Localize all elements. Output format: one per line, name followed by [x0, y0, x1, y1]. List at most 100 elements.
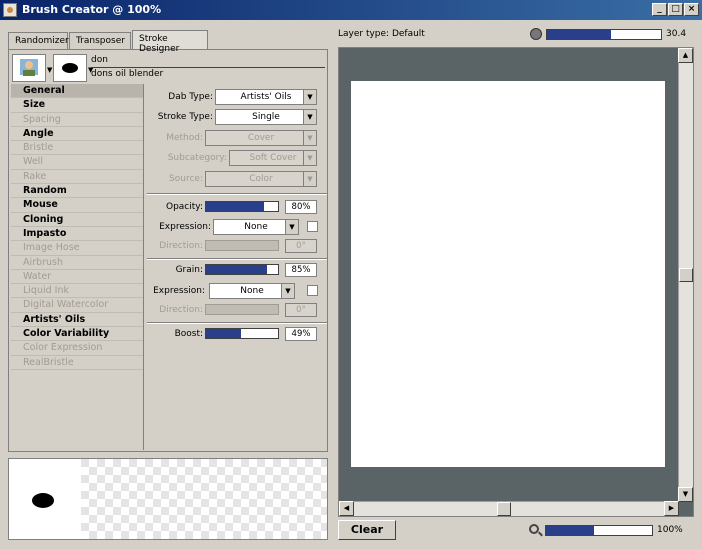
divider — [91, 67, 325, 68]
grain-expression-select[interactable]: None ▼ — [209, 283, 295, 299]
vertical-scrollbar[interactable]: ▲ ▼ — [678, 48, 693, 502]
opacity-direction-value[interactable]: 0° — [285, 239, 317, 253]
opacity-value[interactable]: 80% — [285, 200, 317, 214]
category-item-size[interactable]: Size — [11, 98, 143, 113]
dab-shape — [32, 493, 54, 508]
category-item-impasto[interactable]: Impasto — [11, 227, 143, 242]
grain-expression-row: Expression: None ▼ — [147, 283, 327, 300]
scroll-right-icon[interactable]: ▶ — [664, 501, 679, 516]
tab-transposer[interactable]: Transposer — [69, 32, 131, 49]
tab-randomizer[interactable]: Randomizer — [8, 32, 69, 49]
app-icon — [3, 3, 17, 17]
category-item-artists-oils[interactable]: Artists' Oils — [11, 313, 143, 328]
dab-preview-icon — [62, 63, 78, 73]
horizontal-scroll-thumb[interactable] — [497, 502, 511, 516]
chevron-down-icon: ▼ — [303, 172, 316, 186]
grain-label: Grain: — [175, 265, 203, 275]
close-button[interactable]: × — [684, 3, 699, 16]
grain-slider[interactable] — [205, 264, 279, 275]
stroke-designer-panel: ▼ ▼ don dons oil blender General Size Spac… — [8, 49, 328, 452]
opacity-expression-label: Expression: — [159, 222, 211, 232]
grain-direction-label: Direction: — [159, 305, 203, 315]
boost-label: Boost: — [174, 329, 203, 339]
method-label: Method: — [166, 133, 203, 143]
stroke-type-label: Stroke Type: — [157, 112, 213, 122]
opacity-expression-row: Expression: None ▼ — [147, 219, 327, 236]
minimize-button[interactable]: _ — [652, 3, 667, 16]
scroll-down-icon[interactable]: ▼ — [678, 487, 693, 502]
category-item-spacing[interactable]: Spacing — [11, 113, 143, 127]
dab-type-row: Dab Type: Artists' Oils ▼ — [147, 89, 327, 106]
opacity-expression-select[interactable]: None ▼ — [213, 219, 299, 235]
tab-stroke-designer[interactable]: Stroke Designer — [132, 30, 208, 54]
opacity-row: Opacity: 80% — [147, 199, 327, 216]
chevron-down-icon: ▼ — [285, 220, 298, 234]
category-dropdown-arrow-icon[interactable]: ▼ — [47, 66, 52, 74]
category-item-cloning[interactable]: Cloning — [11, 213, 143, 227]
horizontal-scrollbar[interactable]: ◀ ▶ — [339, 501, 679, 516]
boost-slider[interactable] — [205, 328, 279, 339]
grain-direction-row: Direction: 0° — [147, 302, 327, 319]
category-item-image-hose[interactable]: Image Hose — [11, 241, 143, 256]
scroll-up-icon[interactable]: ▲ — [678, 48, 693, 63]
chevron-down-icon: ▼ — [303, 131, 316, 145]
general-properties: Dab Type: Artists' Oils ▼ Stroke Type: Si… — [147, 84, 327, 450]
category-item-rake[interactable]: Rake — [11, 170, 143, 185]
category-item-color-expression[interactable]: Color Expression — [11, 341, 143, 356]
dab-type-select[interactable]: Artists' Oils ▼ — [215, 89, 317, 105]
divider — [147, 258, 327, 260]
category-item-general[interactable]: General — [11, 84, 143, 99]
subcategory-select[interactable]: Soft Cover ▼ — [229, 150, 317, 166]
preview-canvas-frame: ▲ ▼ ◀ ▶ — [338, 47, 694, 517]
clear-button[interactable]: Clear — [338, 520, 396, 540]
chevron-down-icon: ▼ — [303, 90, 316, 104]
subcategory-row: Subcategory: Soft Cover ▼ — [147, 150, 327, 167]
dab-type-label: Dab Type: — [168, 92, 213, 102]
stroke-preview[interactable] — [8, 458, 328, 540]
grain-direction-slider[interactable] — [205, 304, 279, 315]
brush-variant-selector[interactable] — [53, 54, 87, 82]
brush-variant-name: dons oil blender — [91, 69, 164, 79]
category-item-realbristle[interactable]: RealBristle — [11, 356, 143, 370]
category-item-color-variability[interactable]: Color Variability — [11, 327, 143, 342]
category-item-water[interactable]: Water — [11, 270, 143, 285]
grain-direction-value[interactable]: 0° — [285, 303, 317, 317]
boost-row: Boost: 49% — [147, 326, 327, 343]
stroke-type-row: Stroke Type: Single ▼ — [147, 109, 327, 126]
opacity-direction-slider[interactable] — [205, 240, 279, 251]
opacity-direction-row: Direction: 0° — [147, 238, 327, 255]
top-slider-fill — [547, 30, 611, 39]
title-bar: Brush Creator @ 100% _ □ × — [0, 0, 702, 20]
category-item-bristle[interactable]: Bristle — [11, 141, 143, 156]
top-slider[interactable] — [546, 29, 662, 40]
category-item-well[interactable]: Well — [11, 155, 143, 170]
grain-expression-label: Expression: — [153, 286, 205, 296]
category-item-airbrush[interactable]: Airbrush — [11, 256, 143, 270]
category-item-random[interactable]: Random — [11, 184, 143, 199]
chevron-down-icon: ▼ — [281, 284, 294, 298]
source-label: Source: — [169, 174, 203, 184]
boost-slider-fill — [206, 329, 242, 338]
opacity-invert-checkbox[interactable] — [307, 221, 318, 232]
source-select[interactable]: Color ▼ — [205, 171, 317, 187]
scroll-left-icon[interactable]: ◀ — [339, 501, 354, 516]
category-list: General Size Spacing Angle Bristle Well Rake Ra… — [11, 84, 144, 450]
stroke-type-select[interactable]: Single ▼ — [215, 109, 317, 125]
preview-canvas[interactable] — [351, 81, 665, 467]
category-item-liquid-ink[interactable]: Liquid Ink — [11, 284, 143, 299]
category-item-angle[interactable]: Angle — [11, 127, 143, 142]
vertical-scroll-thumb[interactable] — [679, 268, 693, 282]
zoom-slider[interactable] — [545, 525, 653, 536]
zoom-slider-fill — [546, 526, 594, 535]
category-item-digital-watercolor[interactable]: Digital Watercolor — [11, 298, 143, 313]
boost-value[interactable]: 49% — [285, 327, 317, 341]
opacity-slider[interactable] — [205, 201, 279, 212]
category-item-mouse[interactable]: Mouse — [11, 198, 143, 213]
grain-value[interactable]: 85% — [285, 263, 317, 277]
brush-category-selector[interactable] — [12, 54, 46, 82]
method-select[interactable]: Cover ▼ — [205, 130, 317, 146]
source-row: Source: Color ▼ — [147, 171, 327, 188]
maximize-button[interactable]: □ — [668, 3, 683, 16]
chevron-down-icon: ▼ — [303, 110, 316, 124]
grain-invert-checkbox[interactable] — [307, 285, 318, 296]
